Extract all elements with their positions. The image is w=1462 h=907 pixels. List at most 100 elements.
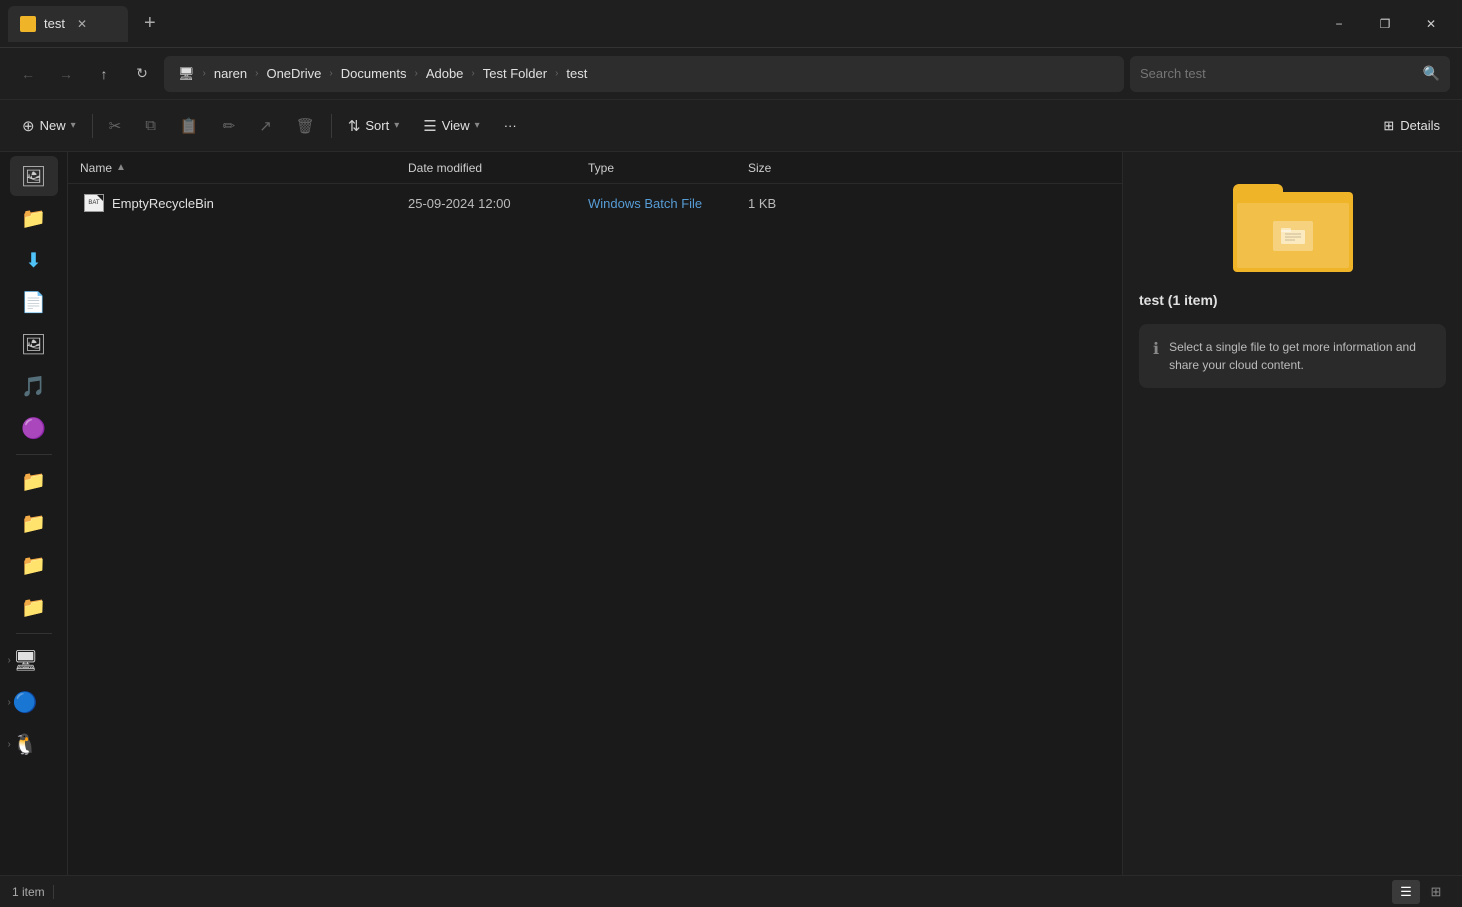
rename-icon: ✏ xyxy=(223,117,236,135)
cut-button[interactable]: ✂ xyxy=(99,111,132,141)
toolbar: ⊕ New ▾ ✂ ⧉ 📋 ✏ ↗ 🗑 ⇅ Sort ▾ ☰ View ▾ ··… xyxy=(0,100,1462,152)
nav-refresh-button[interactable]: ↻ xyxy=(126,58,158,90)
sidebar-item-gallery[interactable]: 🖼 xyxy=(10,156,58,196)
folder1-icon: 📁 xyxy=(21,469,46,494)
sidebar-divider-2 xyxy=(16,633,52,634)
new-button[interactable]: ⊕ New ▾ xyxy=(12,111,86,141)
share-button[interactable]: ↗ xyxy=(249,111,282,141)
breadcrumb-documents[interactable]: Documents xyxy=(337,64,411,83)
breadcrumb-naren[interactable]: naren xyxy=(210,64,251,83)
nav-forward-button[interactable]: → xyxy=(50,58,82,90)
nav-back-button[interactable]: ← xyxy=(12,58,44,90)
view-icon: ☰ xyxy=(423,117,436,135)
rename-button[interactable]: ✏ xyxy=(213,111,246,141)
copy-icon: ⧉ xyxy=(145,117,156,134)
downloads-icon: ⬇ xyxy=(25,248,42,273)
minimize-button[interactable]: − xyxy=(1316,8,1362,40)
more-label: ··· xyxy=(504,118,517,133)
sidebar-item-music[interactable]: 🎵 xyxy=(10,366,58,406)
details-panel: test (1 item) ℹ Select a single file to … xyxy=(1122,152,1462,875)
sort-label: Sort xyxy=(365,118,389,133)
table-row[interactable]: BAT EmptyRecycleBin 25-09-2024 12:00 Win… xyxy=(72,185,1118,221)
address-bar: ← → ↑ ↻ 🖥 › naren › OneDrive › Documents… xyxy=(0,48,1462,100)
new-label: New xyxy=(40,118,66,133)
sidebar-item-pictures[interactable]: 🖼 xyxy=(10,324,58,364)
network-expand-icon: › xyxy=(8,697,11,708)
documents-icon: 📄 xyxy=(21,290,46,315)
breadcrumb-onedrive[interactable]: OneDrive xyxy=(262,64,325,83)
breadcrumb-sep-2: › xyxy=(255,68,258,79)
active-tab[interactable]: test ✕ xyxy=(8,6,128,42)
grid-view-button[interactable]: ⊞ xyxy=(1422,880,1450,904)
sidebar-item-app1[interactable]: 🟣 xyxy=(10,408,58,448)
sidebar-item-downloads[interactable]: ⬇ xyxy=(10,240,58,280)
breadcrumb-sep-6: › xyxy=(555,68,558,79)
sidebar-item-folder4[interactable]: 📁 xyxy=(10,587,58,627)
new-tab-button[interactable]: + xyxy=(136,8,164,39)
linux-icon: 🐧 xyxy=(13,732,38,757)
name-sort-icon: ▲ xyxy=(116,162,126,173)
column-name[interactable]: Name ▲ xyxy=(68,161,408,175)
column-date-modified[interactable]: Date modified xyxy=(408,161,588,175)
more-button[interactable]: ··· xyxy=(494,112,527,139)
file-name: EmptyRecycleBin xyxy=(112,196,214,211)
breadcrumb-test[interactable]: test xyxy=(562,64,591,83)
column-type[interactable]: Type xyxy=(588,161,748,175)
sort-icon: ⇅ xyxy=(348,117,361,135)
toolbar-sep-2 xyxy=(331,114,332,138)
breadcrumb-adobe[interactable]: Adobe xyxy=(422,64,468,83)
info-icon: ℹ xyxy=(1153,339,1159,359)
details-button[interactable]: ⊞ Details xyxy=(1373,112,1450,140)
paste-button[interactable]: 📋 xyxy=(170,111,209,141)
linux-expand-icon: › xyxy=(8,739,11,750)
breadcrumb-sep-4: › xyxy=(414,68,417,79)
breadcrumb-sep-5: › xyxy=(471,68,474,79)
delete-icon: 🗑 xyxy=(296,117,315,135)
sidebar-item-folder3[interactable]: 📁 xyxy=(10,545,58,585)
tab-title: test xyxy=(44,16,65,31)
search-box[interactable]: 🔍 xyxy=(1130,56,1450,92)
close-button[interactable]: ✕ xyxy=(1408,8,1454,40)
sidebar-item-linux[interactable]: › 🐧 xyxy=(4,724,64,764)
view-chevron-icon: ▾ xyxy=(475,120,480,131)
column-size[interactable]: Size xyxy=(748,161,848,175)
sort-button[interactable]: ⇅ Sort ▾ xyxy=(338,111,409,141)
delete-button[interactable]: 🗑 xyxy=(286,111,325,141)
breadcrumb-sep-1: › xyxy=(203,68,206,79)
sidebar-divider xyxy=(16,454,52,455)
tab-close-button[interactable]: ✕ xyxy=(77,17,87,31)
file-date-modified: 25-09-2024 12:00 xyxy=(408,196,588,211)
column-header: Name ▲ Date modified Type Size xyxy=(68,152,1122,184)
folder-preview-icon xyxy=(1233,172,1353,272)
sidebar-item-folder2[interactable]: 📁 xyxy=(10,503,58,543)
file-type[interactable]: Windows Batch File xyxy=(588,196,748,211)
breadcrumb[interactable]: 🖥 › naren › OneDrive › Documents › Adobe… xyxy=(164,56,1124,92)
copy-button[interactable]: ⧉ xyxy=(135,111,166,140)
restore-button[interactable]: ❐ xyxy=(1362,8,1408,40)
main-area: 🖼 📁 ⬇ 📄 🖼 🎵 🟣 📁 📁 📁 📁 xyxy=(0,152,1462,875)
gallery-icon: 🖼 xyxy=(21,164,46,189)
item-count: 1 item xyxy=(12,885,45,899)
paste-icon: 📋 xyxy=(180,117,199,135)
sidebar-item-this-pc[interactable]: › 🖥 xyxy=(4,640,64,680)
search-input[interactable] xyxy=(1140,66,1415,81)
list-view-button[interactable]: ☰ xyxy=(1392,880,1420,904)
this-pc-icon: 🖥 xyxy=(13,648,38,673)
cut-icon: ✂ xyxy=(109,117,122,135)
music-icon: 🎵 xyxy=(21,374,46,399)
status-bar: 1 item ☰ ⊞ xyxy=(0,875,1462,907)
view-button[interactable]: ☰ View ▾ xyxy=(413,111,489,141)
sidebar-item-network[interactable]: › 🔵 xyxy=(4,682,64,722)
folders-icon: 📁 xyxy=(21,206,46,231)
sidebar-item-documents[interactable]: 📄 xyxy=(10,282,58,322)
breadcrumb-testfolder[interactable]: Test Folder xyxy=(479,64,551,83)
details-label: Details xyxy=(1400,118,1440,133)
toolbar-sep-1 xyxy=(92,114,93,138)
nav-up-button[interactable]: ↑ xyxy=(88,58,120,90)
folder4-icon: 📁 xyxy=(21,595,46,620)
sidebar-item-folders[interactable]: 📁 xyxy=(10,198,58,238)
thispc-expand-icon: › xyxy=(8,655,11,666)
sidebar-item-folder1[interactable]: 📁 xyxy=(10,461,58,501)
share-icon: ↗ xyxy=(259,117,272,135)
breadcrumb-computer[interactable]: 🖥 xyxy=(174,64,199,84)
